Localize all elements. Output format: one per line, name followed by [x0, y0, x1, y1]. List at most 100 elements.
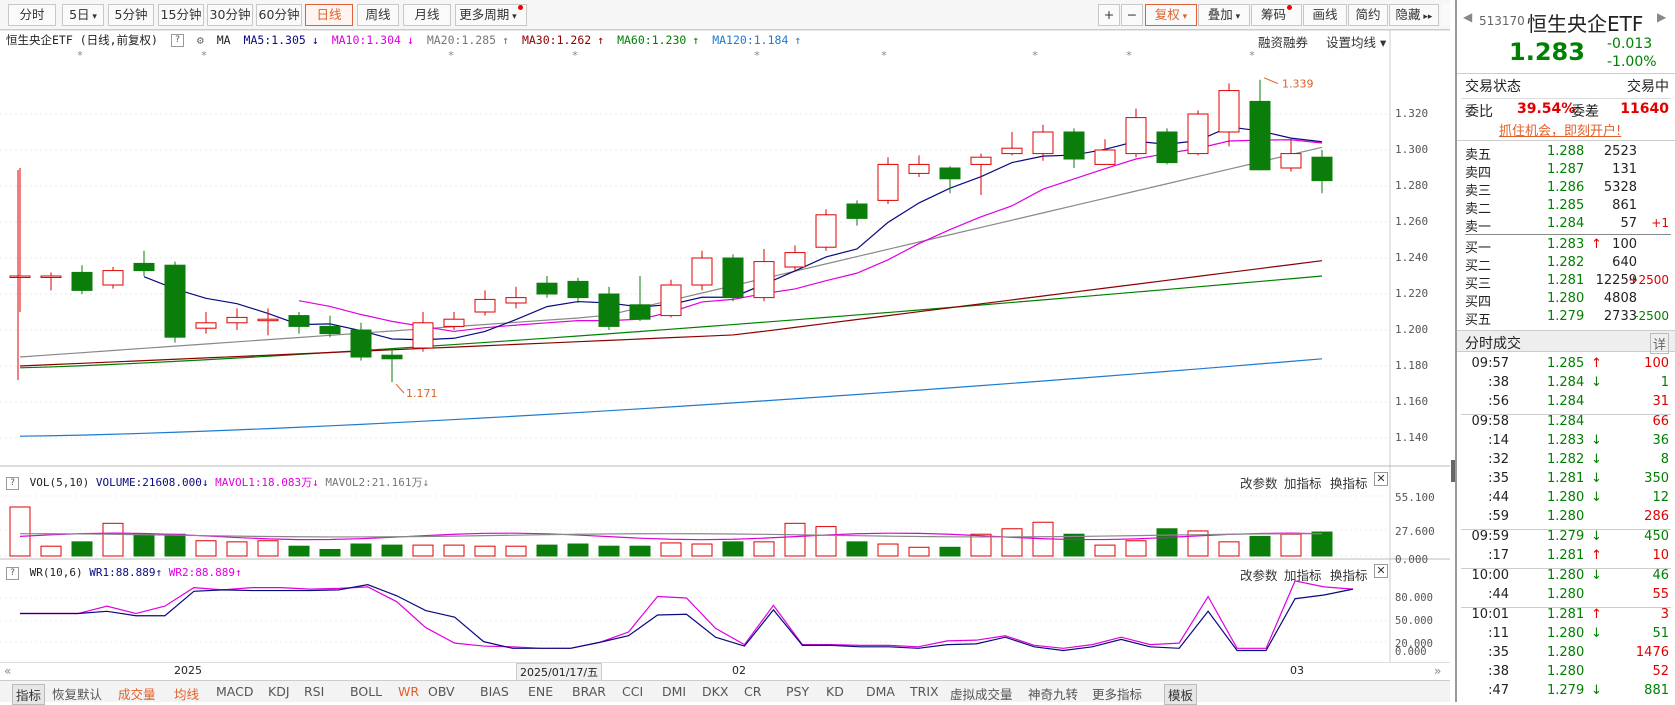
bid-row[interactable]: 买五 1.279 2733 -2500 — [1461, 309, 1671, 328]
bid-row[interactable]: 买三 1.281 12259 +2500 — [1461, 273, 1671, 292]
indicator-tab-11[interactable]: ENE — [528, 684, 553, 699]
indicator-tab-14[interactable]: DMI — [662, 684, 686, 699]
indicator-tab-3[interactable]: 均线 — [174, 684, 199, 703]
indicator-tab-21[interactable]: 虚拟成交量 — [950, 684, 1013, 703]
indicator-tab-2[interactable]: 成交量 — [118, 684, 156, 703]
indicator-tab-23[interactable]: 更多指标 — [1092, 684, 1142, 703]
tick-row: :38 1.284 ↓ 1 — [1461, 375, 1671, 394]
indicator-tab-6[interactable]: RSI — [304, 684, 324, 699]
scroll-right-icon[interactable]: » — [1434, 664, 1441, 678]
volume-bar — [1218, 541, 1240, 557]
wr-add-indicator[interactable]: 加指标 — [1284, 565, 1322, 584]
down-arrow-icon: ↓ — [312, 476, 319, 489]
ask-row[interactable]: 卖五 1.288 2523 — [1461, 144, 1671, 163]
date-label: 02 — [732, 664, 746, 677]
tick-time: :38 — [1488, 375, 1509, 390]
level-label: 卖四 — [1465, 166, 1492, 181]
volume-bar — [9, 506, 31, 557]
volume-bar — [877, 543, 899, 557]
volume-bar — [226, 541, 248, 557]
ticks-detail-button[interactable]: 详 — [1649, 333, 1669, 354]
cursor-date: 2025/01/17/五 — [516, 663, 603, 681]
vol-add-indicator[interactable]: 加指标 — [1284, 473, 1322, 492]
volume-bar — [1094, 544, 1116, 557]
date-axis: « 2025 2025/01/17/五 02 03 » — [0, 662, 1450, 681]
indicator-tab-18[interactable]: KD — [826, 684, 844, 699]
indicator-tab-17[interactable]: PSY — [786, 684, 809, 699]
indicator-tab-16[interactable]: CR — [744, 684, 761, 699]
ask-row[interactable]: 卖二 1.285 861 — [1461, 198, 1671, 217]
close-icon[interactable]: ✕ — [1374, 564, 1388, 578]
price-axis-label: 1.240 — [1395, 251, 1429, 264]
volume-bar — [908, 546, 930, 557]
indicator-tab-20[interactable]: TRIX — [910, 684, 939, 699]
close-icon[interactable]: ✕ — [1374, 472, 1388, 486]
indicator-tab-9[interactable]: OBV — [428, 684, 455, 699]
indicator-tab-8[interactable]: WR — [398, 684, 419, 699]
indicator-tab-19[interactable]: DMA — [866, 684, 895, 699]
candle-body — [1094, 149, 1116, 165]
tick-price: 1.280 — [1547, 626, 1585, 641]
tick-time: :17 — [1488, 548, 1509, 563]
indicator-tab-12[interactable]: BRAR — [572, 684, 606, 699]
candle-body — [1218, 90, 1240, 133]
tick-price: 1.280 — [1547, 490, 1585, 505]
candle-body — [939, 167, 961, 180]
vol-edit-params[interactable]: 改参数 — [1240, 473, 1278, 492]
volume-bar — [1249, 535, 1271, 557]
panel-collapse-handle[interactable] — [1451, 460, 1455, 482]
help-icon[interactable]: ? — [6, 476, 19, 490]
wr-edit-params[interactable]: 改参数 — [1240, 565, 1278, 584]
wr1-line — [20, 584, 1354, 652]
volume-bar — [939, 546, 961, 557]
indicator-tab-5[interactable]: KDJ — [268, 684, 290, 699]
up-arrow-icon: ↑ — [1591, 607, 1602, 622]
next-stock-icon[interactable]: ▶ — [1657, 10, 1666, 24]
indicator-tab-15[interactable]: DKX — [702, 684, 728, 699]
level-price: 1.279 — [1547, 309, 1585, 324]
tick-row: 09:59 1.279 ↓ 450 — [1461, 529, 1671, 548]
ask-row[interactable]: 卖一 1.284 57 +1 — [1461, 216, 1671, 235]
ask-row[interactable]: 卖四 1.287 131 — [1461, 162, 1671, 181]
tick-price: 1.281 — [1547, 471, 1585, 486]
scroll-left-icon[interactable]: « — [4, 664, 11, 678]
indicator-tab-22[interactable]: 神奇九转 — [1028, 684, 1078, 703]
volume-bar — [257, 540, 279, 557]
candle-body — [257, 318, 279, 322]
tick-volume: 100 — [1644, 356, 1669, 371]
wr-swap-indicator[interactable]: 换指标 — [1330, 565, 1368, 584]
candle-body — [1125, 117, 1147, 155]
indicator-tabs: 指标 恢复默认 成交量 均线 MACD KDJ RSI BOLL WR OBV BIAS ENE BRA… — [0, 680, 1450, 705]
up-arrow-icon: ↑ — [1591, 356, 1602, 371]
prev-stock-icon[interactable]: ◀ — [1463, 10, 1472, 24]
ticks-title: 分时成交 — [1465, 336, 1521, 352]
tick-row: :59 1.280 286 — [1461, 509, 1671, 528]
volume-axis-label: 27.600 — [1395, 525, 1435, 538]
help-icon[interactable]: ? — [6, 566, 19, 580]
price-chart[interactable]: * * * * * * * * * 1.339 1.171 — [0, 0, 1450, 662]
bid-row[interactable]: 买二 1.282 640 — [1461, 255, 1671, 274]
volume-bar — [412, 544, 434, 557]
volume-bar — [505, 545, 527, 557]
wr1-value: WR1:88.889 — [89, 566, 156, 579]
tick-volume: 350 — [1644, 471, 1669, 486]
indicator-tab-7[interactable]: BOLL — [350, 684, 382, 699]
bid-row[interactable]: 买四 1.280 4808 — [1461, 291, 1671, 310]
ask-row[interactable]: 卖三 1.286 5328 — [1461, 180, 1671, 199]
volume-bar — [722, 541, 744, 557]
indicator-tab-4[interactable]: MACD — [216, 684, 253, 699]
indicator-tab-13[interactable]: CCI — [622, 684, 643, 699]
tick-time: 09:59 — [1471, 529, 1509, 544]
volume-bar — [195, 540, 217, 557]
tick-row: :56 1.284 31 — [1461, 394, 1671, 413]
bid-row[interactable]: 买一 1.283 100 ↑ — [1461, 237, 1671, 256]
candle-body — [1001, 147, 1023, 155]
indicator-tab-1[interactable]: 恢复默认 — [52, 684, 102, 703]
tick-time: 09:57 — [1471, 356, 1509, 371]
promo-link[interactable]: 抓住机会，即刻开户! — [1499, 120, 1621, 139]
vol-label: VOL(5,10) — [29, 476, 90, 489]
level-label: 卖五 — [1465, 148, 1492, 163]
indicator-tab-10[interactable]: BIAS — [480, 684, 509, 699]
vol-swap-indicator[interactable]: 换指标 — [1330, 473, 1368, 492]
down-arrow-icon: ↓ — [1591, 375, 1602, 390]
